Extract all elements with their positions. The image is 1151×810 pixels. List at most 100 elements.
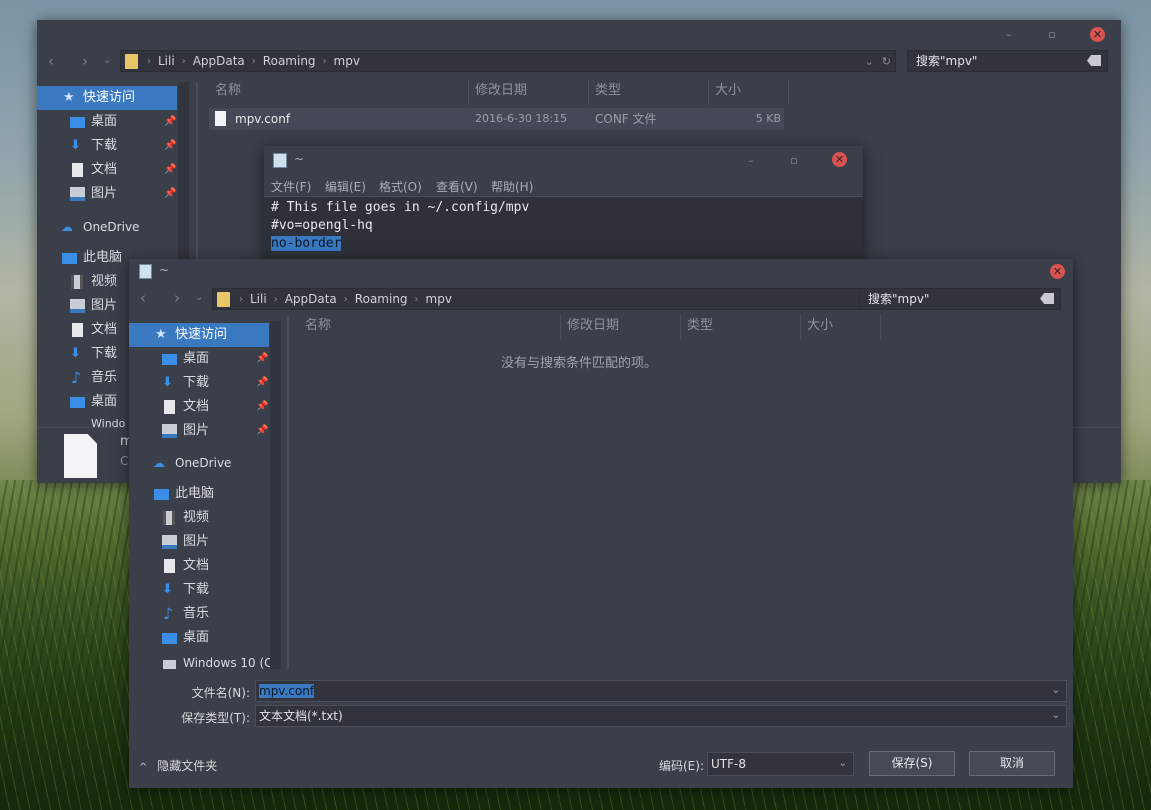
sidebar-scrollbar[interactable]	[270, 321, 281, 669]
sidebar-item-pictures[interactable]: 图片	[129, 530, 269, 554]
chevron-up-icon: ^	[139, 762, 148, 773]
dialog-title: ~	[159, 263, 170, 277]
chevron-down-icon[interactable]: ⌄	[1052, 681, 1060, 701]
editor-line-selected: no-border	[271, 236, 342, 251]
dialog-titlebar: ~ ✕	[129, 259, 1073, 289]
breadcrumb-item[interactable]: Roaming	[259, 54, 320, 68]
pin-icon[interactable]: 📌	[164, 134, 176, 158]
close-icon[interactable]: ✕	[1090, 27, 1105, 42]
close-icon[interactable]: ✕	[832, 152, 847, 167]
empty-message: 没有与搜索条件匹配的项。	[500, 356, 657, 371]
recent-chevron-icon[interactable]: ⌄	[195, 288, 203, 308]
menu-view[interactable]: 查看(V)	[436, 178, 478, 195]
maximize-icon[interactable]: ▫	[787, 154, 801, 168]
sidebar-item-onedrive[interactable]: ☁ OneDrive	[37, 215, 177, 239]
back-icon[interactable]: ‹	[140, 288, 146, 308]
breadcrumb-item[interactable]: AppData	[281, 292, 341, 306]
sidebar-item-videos[interactable]: 视频	[129, 506, 269, 530]
forward-icon[interactable]: ›	[82, 51, 88, 71]
sidebar-item-documents[interactable]: 文档 📌	[37, 158, 177, 182]
sidebar-item-quick-access[interactable]: ★ 快速访问	[37, 86, 177, 110]
column-header-size[interactable]: 大小	[709, 79, 789, 105]
chevron-down-icon[interactable]: ⌄	[1052, 706, 1060, 726]
pin-icon[interactable]: 📌	[164, 182, 176, 206]
dialog-file-list: 名称 修改日期 类型 大小 没有与搜索条件匹配的项。	[299, 314, 1069, 664]
pin-icon[interactable]: 📌	[256, 347, 268, 371]
address-bar[interactable]: › Lili › AppData › Roaming › mpv ⌄ ↻	[120, 50, 896, 72]
minimize-icon[interactable]: –	[1002, 28, 1016, 42]
desktop-icon	[70, 117, 85, 128]
filetype-select[interactable]: 文本文档(*.txt) ⌄	[255, 705, 1067, 727]
sidebar-item-downloads[interactable]: ⬇ 下载 📌	[129, 371, 269, 395]
breadcrumb-item[interactable]: Lili	[246, 292, 271, 306]
search-input[interactable]: 搜索"mpv"	[859, 288, 1061, 310]
sidebar-item-desktop[interactable]: 桌面	[129, 626, 269, 650]
menu-help[interactable]: 帮助(H)	[491, 178, 533, 195]
column-header-name[interactable]: 名称	[209, 79, 469, 105]
sidebar-item-documents[interactable]: 文档 📌	[129, 395, 269, 419]
sidebar-item-music[interactable]: ♪ 音乐	[129, 602, 269, 626]
pin-icon[interactable]: 📌	[256, 371, 268, 395]
column-header-size[interactable]: 大小	[801, 314, 881, 340]
close-icon[interactable]: ✕	[1050, 264, 1065, 279]
sidebar-item-label: 下载	[183, 375, 210, 390]
menu-file[interactable]: 文件(F)	[271, 178, 311, 195]
chevron-down-icon[interactable]: ⌄	[839, 753, 847, 775]
file-row[interactable]: mpv.conf 2016-6-30 18:15 CONF 文件 5 KB	[209, 108, 784, 130]
refresh-icon[interactable]: ↻	[882, 55, 891, 68]
sidebar-item-documents[interactable]: 文档	[129, 554, 269, 578]
hide-folders-toggle[interactable]: ^ 隐藏文件夹	[139, 757, 217, 774]
clear-search-icon[interactable]	[1040, 293, 1054, 304]
breadcrumb-item[interactable]: AppData	[189, 54, 249, 68]
pin-icon[interactable]: 📌	[256, 419, 268, 443]
chevron-down-icon[interactable]: ⌄	[865, 55, 874, 68]
desktop-icon	[162, 354, 177, 365]
pin-icon[interactable]: 📌	[164, 110, 176, 134]
menu-format[interactable]: 格式(O)	[379, 178, 422, 195]
minimize-icon[interactable]: –	[744, 154, 758, 168]
sidebar-item-quick-access[interactable]: ★ 快速访问	[129, 323, 269, 347]
clear-search-icon[interactable]	[1087, 55, 1101, 66]
search-input[interactable]: 搜索"mpv"	[907, 50, 1108, 72]
star-icon: ★	[155, 327, 167, 342]
menu-edit[interactable]: 编辑(E)	[325, 178, 366, 195]
sidebar-item-this-pc[interactable]: 此电脑	[129, 482, 269, 506]
column-header-name[interactable]: 名称	[299, 314, 561, 340]
maximize-icon[interactable]: ▫	[1045, 28, 1059, 42]
breadcrumb-item[interactable]: Lili	[154, 54, 179, 68]
column-header-date[interactable]: 修改日期	[561, 314, 681, 340]
sidebar-item-drive-c[interactable]: Windows 10 (C:)	[129, 651, 279, 669]
forward-icon[interactable]: ›	[174, 288, 180, 308]
sidebar-item-desktop[interactable]: 桌面 📌	[129, 347, 269, 371]
sidebar-item-downloads[interactable]: ⬇ 下载	[129, 578, 269, 602]
star-icon: ★	[63, 90, 75, 105]
filename-label: 文件名(N):	[191, 686, 250, 700]
file-size: 5 KB	[755, 112, 781, 125]
sidebar-item-pictures[interactable]: 图片 📌	[37, 182, 177, 206]
save-button[interactable]: 保存(S)	[869, 751, 955, 776]
breadcrumb-item[interactable]: Roaming	[351, 292, 412, 306]
chevron-right-icon: ›	[322, 55, 327, 67]
column-header-type[interactable]: 类型	[681, 314, 801, 340]
sidebar-item-pictures[interactable]: 图片 📌	[129, 419, 269, 443]
sidebar-item-label: 下载	[91, 138, 118, 153]
explorer-titlebar: – ▫ ✕	[37, 20, 1121, 50]
sidebar-item-downloads[interactable]: ⬇ 下载 📌	[37, 134, 177, 158]
breadcrumb-item[interactable]: mpv	[330, 54, 364, 68]
sidebar-item-label: 快速访问	[83, 90, 136, 105]
breadcrumb-item[interactable]: mpv	[422, 292, 456, 306]
notepad-window: ~ – ▫ ✕ 文件(F) 编辑(E) 格式(O) 查看(V) 帮助(H) # …	[264, 146, 863, 259]
pin-icon[interactable]: 📌	[256, 395, 268, 419]
back-icon[interactable]: ‹	[48, 51, 54, 71]
sidebar-item-desktop[interactable]: 桌面 📌	[37, 110, 177, 134]
recent-chevron-icon[interactable]: ⌄	[103, 51, 111, 71]
column-header-type[interactable]: 类型	[589, 79, 709, 105]
cancel-button[interactable]: 取消	[969, 751, 1055, 776]
encoding-select[interactable]: UTF-8 ⌄	[707, 752, 854, 776]
sidebar-item-onedrive[interactable]: ☁ OneDrive	[129, 451, 269, 475]
sidebar-item-label: 此电脑	[175, 486, 215, 501]
column-header-date[interactable]: 修改日期	[469, 79, 589, 105]
pin-icon[interactable]: 📌	[164, 158, 176, 182]
filename-field[interactable]: mpv.conf ⌄	[255, 680, 1067, 702]
text-editor[interactable]: # This file goes in ~/.config/mpv #vo=op…	[264, 196, 863, 259]
